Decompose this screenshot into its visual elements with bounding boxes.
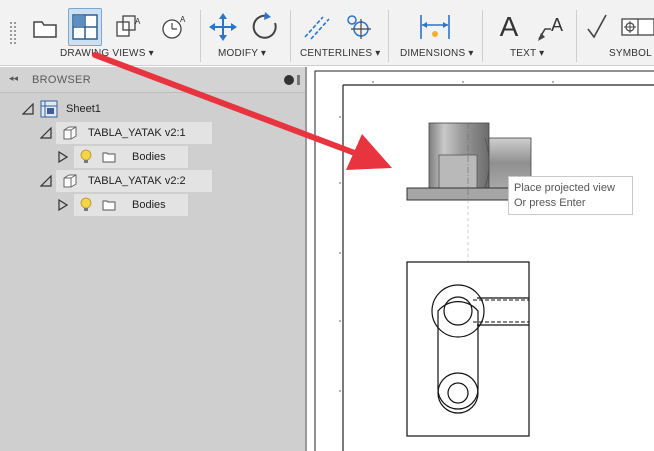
drawing-views-label: DRAWING VIEWS	[60, 48, 146, 59]
svg-text:A: A	[180, 15, 186, 24]
browser-node-bodies-2[interactable]: Bodies	[58, 194, 188, 216]
projected-view-icon	[72, 14, 98, 40]
detail-view-button[interactable]: A	[156, 8, 190, 46]
minimize-panel-icon[interactable]	[284, 75, 294, 85]
centerline-button[interactable]	[300, 8, 334, 46]
dropdown-caret-icon: ▾	[539, 48, 545, 59]
expand-triangle-icon[interactable]	[40, 127, 52, 139]
center-mark-icon	[347, 15, 371, 39]
component-label: TABLA_YATAK v2:2	[88, 175, 186, 187]
drawing-toolbar: A A DRAWING VIEWS ▾ MODIFY ▾ CENTERLINES…	[0, 0, 654, 66]
feature-control-frame-icon	[621, 18, 654, 36]
base-view-icon	[33, 21, 57, 38]
section-view-button[interactable]: A	[112, 8, 146, 46]
text-button[interactable]: A	[492, 8, 526, 46]
dropdown-caret-icon: ▾	[260, 48, 267, 59]
surface-texture-icon	[587, 14, 607, 39]
browser-node-component-1[interactable]: TABLA_YATAK v2:1	[40, 122, 212, 144]
expand-triangle-icon[interactable]	[58, 199, 68, 211]
tooltip-line-2: Or press Enter	[514, 197, 586, 209]
expand-triangle-icon[interactable]	[58, 151, 68, 163]
dimensions-group-label[interactable]: DIMENSIONS ▾	[400, 48, 474, 59]
browser-node-bodies-1[interactable]: Bodies	[58, 146, 188, 168]
svg-text:A: A	[551, 15, 563, 35]
detail-view-icon: A	[162, 15, 186, 39]
dimensions-label: DIMENSIONS	[400, 48, 466, 59]
browser-panel: ◂◂ BROWSER Sheet1 TABLA_YATAK v2:1 Bodie…	[0, 67, 305, 451]
centerline-icon	[304, 16, 330, 40]
expand-triangle-icon[interactable]	[40, 175, 52, 187]
dimension-button[interactable]	[418, 8, 452, 46]
projected-view-button[interactable]	[68, 8, 102, 46]
move-icon	[209, 13, 237, 41]
symbols-label: SYMBOL	[609, 48, 652, 59]
rotate-icon	[252, 12, 277, 39]
toolbar-separator	[290, 10, 291, 62]
component-icon	[63, 174, 77, 188]
symbols-group-label[interactable]: SYMBOL	[609, 48, 652, 59]
tooltip-line-1: Place projected view	[514, 182, 615, 194]
sheet-icon	[40, 100, 58, 118]
text-group-label[interactable]: TEXT ▾	[510, 48, 544, 59]
dropdown-caret-icon: ▾	[148, 48, 154, 59]
centerlines-label: CENTERLINES	[300, 48, 373, 59]
feature-control-frame-button[interactable]	[620, 8, 654, 46]
drawing-sheet	[314, 70, 654, 451]
component-icon	[63, 126, 77, 140]
dimension-icon	[420, 15, 450, 39]
drawing-canvas[interactable]	[305, 67, 654, 451]
leader-text-icon: A	[538, 15, 563, 41]
folder-icon	[102, 152, 116, 163]
bodies-label: Bodies	[132, 151, 166, 163]
visibility-bulb-icon[interactable]	[80, 149, 92, 165]
folder-icon	[102, 200, 116, 211]
base-top-view	[406, 261, 530, 437]
surface-texture-button[interactable]	[582, 8, 616, 46]
move-button[interactable]	[206, 8, 240, 46]
visibility-bulb-icon[interactable]	[80, 197, 92, 213]
collapse-panel-icon[interactable]: ◂◂	[9, 73, 18, 84]
section-view-icon: A	[116, 15, 141, 37]
browser-title: BROWSER	[32, 74, 91, 86]
fusion-drawing-workspace: A A DRAWING VIEWS ▾ MODIFY ▾ CENTERLINES…	[0, 0, 654, 451]
center-mark-button[interactable]	[342, 8, 376, 46]
command-tooltip: Place projected view Or press Enter	[508, 176, 633, 215]
expand-triangle-icon[interactable]	[22, 103, 34, 115]
modify-group-label[interactable]: MODIFY ▾	[218, 48, 266, 59]
pin-panel-icon[interactable]	[297, 75, 300, 85]
centerlines-group-label[interactable]: CENTERLINES ▾	[300, 48, 380, 59]
text-label: TEXT	[510, 48, 537, 59]
toolbar-separator	[576, 10, 577, 62]
rotate-button[interactable]	[248, 8, 282, 46]
svg-text:A: A	[135, 17, 141, 26]
toolbar-separator	[200, 10, 201, 62]
dropdown-caret-icon: ▾	[468, 48, 474, 59]
component-label: TABLA_YATAK v2:1	[88, 127, 186, 139]
toolbar-separator	[482, 10, 483, 62]
toolbar-grip[interactable]	[10, 22, 16, 44]
leader-text-button[interactable]: A	[534, 8, 568, 46]
browser-header: ◂◂ BROWSER	[0, 67, 305, 93]
modify-label: MODIFY	[218, 48, 258, 59]
browser-node-sheet[interactable]: Sheet1	[22, 98, 109, 120]
base-view-button[interactable]	[28, 8, 62, 46]
text-icon: A	[499, 11, 519, 42]
bodies-label: Bodies	[132, 199, 166, 211]
drawing-views-group-label[interactable]: DRAWING VIEWS ▾	[60, 48, 154, 59]
dropdown-caret-icon: ▾	[375, 48, 381, 59]
browser-node-component-2[interactable]: TABLA_YATAK v2:2	[40, 170, 212, 192]
toolbar-separator	[388, 10, 389, 62]
sheet-label: Sheet1	[66, 103, 101, 115]
